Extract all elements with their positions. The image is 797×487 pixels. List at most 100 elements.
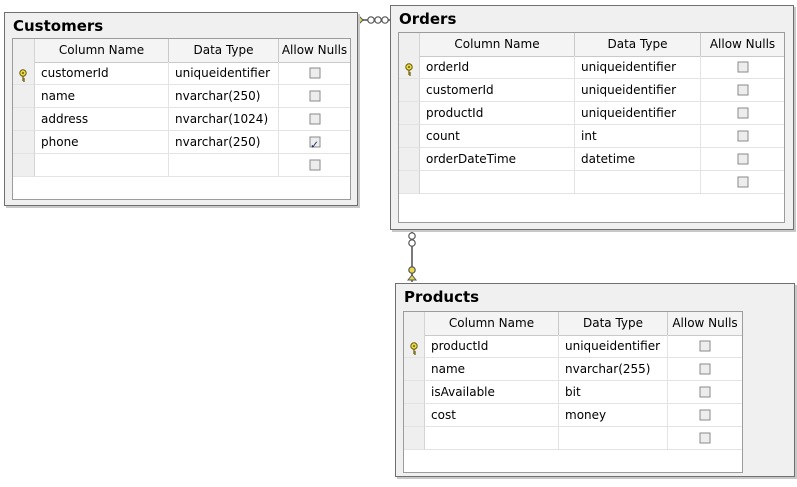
table-row[interactable]: customerId uniqueidentifier [399,79,784,102]
row-selector[interactable] [404,358,425,381]
table-row[interactable]: orderId uniqueidentifier [399,56,784,79]
allow-nulls-checkbox[interactable] [699,432,711,444]
row-selector[interactable] [13,62,35,85]
data-type-cell[interactable]: uniqueidentifier [559,335,668,358]
data-type-cell[interactable]: int [575,125,701,148]
allow-nulls-cell [668,381,742,404]
column-name-cell[interactable]: name [425,358,559,381]
column-name-header[interactable]: Column Name [35,39,169,62]
row-selector[interactable] [13,85,35,108]
row-selector[interactable] [399,102,420,125]
row-selector[interactable] [404,381,425,404]
allow-nulls-checkbox[interactable] [309,113,320,125]
primary-key-icon [404,61,414,76]
allow-nulls-checkbox[interactable] [699,340,711,352]
column-name-cell[interactable]: name [35,85,169,108]
table-row[interactable]: count int [399,125,784,148]
table-row[interactable]: phone nvarchar(250) [13,131,350,154]
allow-nulls-checkbox[interactable] [699,363,711,375]
column-name-cell[interactable]: productId [425,335,559,358]
row-selector[interactable] [399,148,420,171]
table-row[interactable] [13,154,350,177]
allow-nulls-cell [701,125,784,148]
column-name-cell[interactable]: count [420,125,575,148]
data-type-cell[interactable] [169,154,279,177]
column-name-cell[interactable] [425,427,559,450]
data-type-cell[interactable]: uniqueidentifier [575,102,701,125]
column-name-cell[interactable]: cost [425,404,559,427]
allow-nulls-header[interactable]: Allow Nulls [668,312,742,335]
row-selector[interactable] [399,125,420,148]
data-type-cell[interactable]: money [559,404,668,427]
data-type-cell[interactable]: nvarchar(1024) [169,108,279,131]
allow-nulls-checkbox[interactable] [737,84,748,96]
row-selector-header [13,39,35,62]
allow-nulls-checkbox[interactable] [699,386,711,398]
data-type-cell[interactable]: uniqueidentifier [575,56,701,79]
table-row[interactable] [399,171,784,194]
allow-nulls-header[interactable]: Allow Nulls [701,33,784,56]
data-type-cell[interactable]: uniqueidentifier [575,79,701,102]
products-table[interactable]: Products Column Name Data Type Allow Nul… [395,283,795,477]
relationship-orders-products[interactable] [406,230,418,282]
column-name-cell[interactable]: productId [420,102,575,125]
allow-nulls-checkbox[interactable] [737,153,748,165]
row-selector[interactable] [399,171,420,194]
row-selector[interactable] [399,79,420,102]
column-name-cell[interactable]: phone [35,131,169,154]
data-type-cell[interactable]: uniqueidentifier [169,62,279,85]
data-type-cell[interactable]: bit [559,381,668,404]
allow-nulls-checkbox[interactable] [737,130,748,142]
data-type-cell[interactable]: nvarchar(250) [169,85,279,108]
row-selector[interactable] [13,131,35,154]
column-name-cell[interactable] [420,171,575,194]
table-row[interactable]: productId uniqueidentifier [404,335,742,358]
data-type-cell[interactable]: nvarchar(250) [169,131,279,154]
table-row[interactable]: isAvailable bit [404,381,742,404]
allow-nulls-checkbox[interactable] [309,134,320,153]
row-selector[interactable] [13,108,35,131]
allow-nulls-checkbox[interactable] [737,61,748,73]
data-type-header[interactable]: Data Type [575,33,701,56]
column-name-cell[interactable]: orderId [420,56,575,79]
column-name-cell[interactable]: customerId [420,79,575,102]
table-row[interactable] [404,427,742,450]
allow-nulls-checkbox[interactable] [309,90,320,102]
row-selector[interactable] [404,335,425,358]
data-type-cell[interactable]: datetime [575,148,701,171]
table-row[interactable]: customerId uniqueidentifier [13,62,350,85]
column-name-header[interactable]: Column Name [420,33,575,56]
allow-nulls-checkbox[interactable] [737,176,748,188]
customers-grid: Column Name Data Type Allow Nulls custom… [12,38,351,200]
allow-nulls-header[interactable]: Allow Nulls [279,39,350,62]
data-type-cell[interactable] [575,171,701,194]
row-selector[interactable] [13,154,35,177]
column-name-cell[interactable] [35,154,169,177]
row-selector[interactable] [399,56,420,79]
table-row[interactable]: orderDateTime datetime [399,148,784,171]
table-row[interactable]: address nvarchar(1024) [13,108,350,131]
relationship-customers-orders[interactable] [357,14,391,26]
data-type-header[interactable]: Data Type [559,312,668,335]
column-name-cell[interactable]: isAvailable [425,381,559,404]
allow-nulls-checkbox[interactable] [309,67,320,79]
allow-nulls-checkbox[interactable] [699,409,711,421]
data-type-cell[interactable] [559,427,668,450]
table-row[interactable]: name nvarchar(255) [404,358,742,381]
data-type-header[interactable]: Data Type [169,39,279,62]
row-selector[interactable] [404,404,425,427]
row-selector-header [399,33,420,56]
table-row[interactable]: productId uniqueidentifier [399,102,784,125]
data-type-cell[interactable]: nvarchar(255) [559,358,668,381]
column-name-cell[interactable]: customerId [35,62,169,85]
customers-table[interactable]: Customers Column Name Data Type Allow Nu… [4,12,358,206]
orders-table[interactable]: Orders Column Name Data Type Allow Nulls… [390,5,794,230]
allow-nulls-checkbox[interactable] [737,107,748,119]
column-name-header[interactable]: Column Name [425,312,559,335]
row-selector[interactable] [404,427,425,450]
table-row[interactable]: name nvarchar(250) [13,85,350,108]
allow-nulls-checkbox[interactable] [309,159,320,171]
table-row[interactable]: cost money [404,404,742,427]
column-name-cell[interactable]: address [35,108,169,131]
column-name-cell[interactable]: orderDateTime [420,148,575,171]
